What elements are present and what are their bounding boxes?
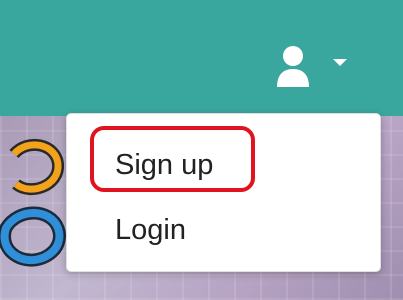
page: Sign up Login xyxy=(0,0,403,300)
background-artwork xyxy=(0,139,66,267)
navbar xyxy=(0,0,403,116)
user-icon xyxy=(277,46,309,87)
dropdown-item-sign-up[interactable]: Sign up xyxy=(115,147,213,183)
user-dropdown-menu: Sign up Login xyxy=(66,113,381,272)
dropdown-item-login[interactable]: Login xyxy=(115,212,186,248)
user-menu-toggle[interactable] xyxy=(268,38,360,92)
caret-down-icon xyxy=(333,59,347,66)
